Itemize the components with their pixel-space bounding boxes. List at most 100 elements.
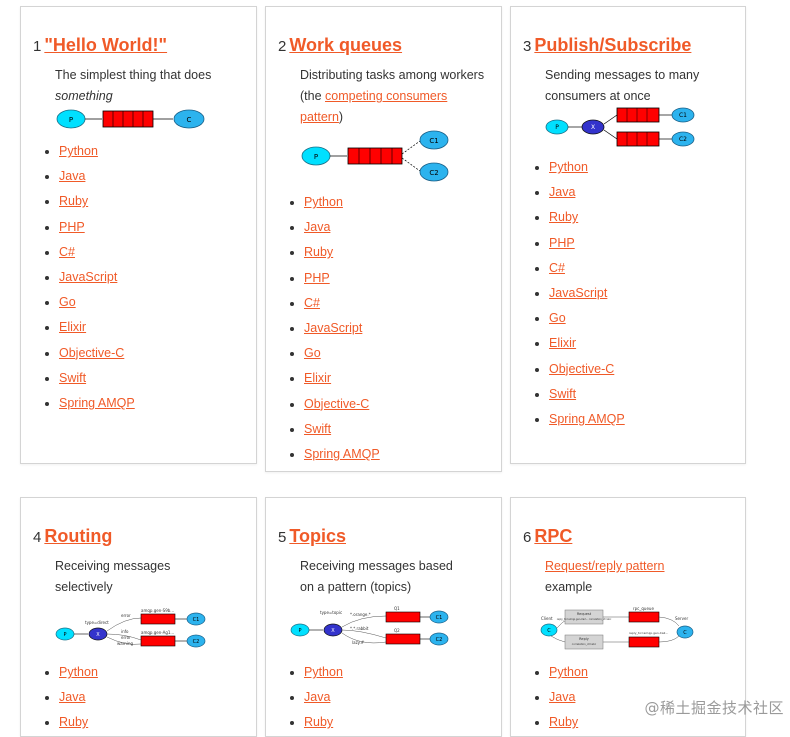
- language-link-csharp[interactable]: C#: [304, 296, 320, 310]
- consumer-1-label: C1: [193, 617, 200, 623]
- queue-2-box: [616, 131, 660, 147]
- queue-q1-name: Q1: [394, 606, 400, 611]
- language-link-csharp[interactable]: C#: [549, 261, 565, 275]
- language-link-java[interactable]: Java: [304, 690, 330, 704]
- language-list: Python Java Ruby PHP C# JavaScript Go El…: [33, 139, 242, 416]
- language-link-java[interactable]: Java: [304, 220, 330, 234]
- tutorial-number: 2: [278, 38, 287, 55]
- list-item: Go: [549, 306, 731, 331]
- binding-warning: warning: [117, 641, 133, 646]
- tutorial-card-2: 2 Work queues Distributing tasks among wo…: [265, 6, 502, 472]
- tutorial-title-link[interactable]: Topics: [289, 526, 346, 546]
- language-link-java[interactable]: Java: [59, 169, 85, 183]
- list-item: Python: [59, 139, 242, 164]
- language-link-java[interactable]: Java: [549, 690, 575, 704]
- language-link-elixir[interactable]: Elixir: [59, 320, 86, 334]
- language-link-php[interactable]: PHP: [549, 236, 575, 250]
- language-link-python[interactable]: Python: [59, 665, 98, 679]
- list-item: JavaScript: [304, 316, 487, 341]
- language-link-objective-c[interactable]: Objective-C: [549, 362, 614, 376]
- language-link-javascript[interactable]: JavaScript: [549, 286, 607, 300]
- work-queues-diagram: P C1 C2: [301, 130, 449, 182]
- tutorial-description: Distributing tasks among workers (the co…: [300, 65, 487, 128]
- list-item: Objective-C: [549, 357, 731, 382]
- tutorial-description: Request/reply pattern example: [545, 556, 731, 598]
- language-link-java[interactable]: Java: [59, 690, 85, 704]
- language-link-elixir[interactable]: Elixir: [549, 336, 576, 350]
- tutorial-description: Receiving messages selectively: [55, 559, 171, 594]
- language-link-ruby[interactable]: Ruby: [304, 715, 333, 729]
- tutorial-title-link[interactable]: "Hello World!": [44, 35, 167, 55]
- language-link-javascript[interactable]: JavaScript: [59, 270, 117, 284]
- list-item: PHP: [304, 266, 487, 291]
- list-item: Java: [304, 685, 487, 710]
- language-link-go[interactable]: Go: [304, 346, 321, 360]
- reply-queue-box: [628, 636, 660, 648]
- consumer-label: C: [187, 116, 192, 124]
- language-link-go[interactable]: Go: [549, 311, 566, 325]
- language-link-spring-amqp[interactable]: Spring AMQP: [304, 447, 380, 461]
- tutorial-description: Sending messages to many consumers at on…: [545, 68, 700, 103]
- language-link-python[interactable]: Python: [59, 144, 98, 158]
- language-link-csharp[interactable]: C#: [59, 245, 75, 259]
- language-link-go[interactable]: Go: [59, 295, 76, 309]
- list-item: Python: [304, 190, 487, 215]
- language-link-objective-c[interactable]: Objective-C: [304, 397, 369, 411]
- tutorial-description: The simplest thing that does something: [55, 65, 242, 107]
- description-suffix: ): [338, 110, 344, 124]
- queue-box: [102, 110, 154, 128]
- list-item: Ruby: [549, 205, 731, 230]
- language-link-swift[interactable]: Swift: [549, 387, 576, 401]
- list-item: Python: [549, 660, 731, 685]
- reply-props: correlation_id=abc: [572, 642, 597, 646]
- tutorial-title-link[interactable]: Routing: [44, 526, 112, 546]
- tutorial-title-link[interactable]: Publish/Subscribe: [534, 35, 691, 55]
- language-link-python[interactable]: Python: [549, 665, 588, 679]
- language-link-python[interactable]: Python: [549, 160, 588, 174]
- queue-1-box: [140, 613, 176, 625]
- reply-label: Reply: [579, 637, 589, 641]
- publish-subscribe-diagram: P X C1 C2: [545, 107, 695, 147]
- language-link-php[interactable]: PHP: [304, 271, 330, 285]
- list-item: Elixir: [304, 366, 487, 391]
- tutorial-title-link[interactable]: Work queues: [289, 35, 402, 55]
- consumer-1-label: C1: [679, 112, 687, 119]
- language-link-ruby[interactable]: Ruby: [59, 194, 88, 208]
- language-link-swift[interactable]: Swift: [304, 422, 331, 436]
- server-label: C: [683, 630, 687, 636]
- language-link-python[interactable]: Python: [304, 195, 343, 209]
- language-link-swift[interactable]: Swift: [59, 371, 86, 385]
- language-link-ruby[interactable]: Ruby: [59, 715, 88, 729]
- client-name: Client: [541, 616, 553, 621]
- queue-2-box: [385, 633, 421, 645]
- routing-diagram: P X type=direct error info error warning…: [55, 608, 206, 648]
- list-item: Ruby: [59, 710, 242, 735]
- list-item: Go: [304, 341, 487, 366]
- language-link-objective-c[interactable]: Objective-C: [59, 346, 124, 360]
- list-item: Python: [59, 660, 242, 685]
- language-link-spring-amqp[interactable]: Spring AMQP: [59, 396, 135, 410]
- tutorial-card-4: 4 Routing Receiving messages selectively …: [20, 497, 257, 737]
- request-reply-link[interactable]: Request/reply pattern: [545, 559, 665, 573]
- watermark: @稀土掘金技术社区: [644, 699, 784, 717]
- language-link-elixir[interactable]: Elixir: [304, 371, 331, 385]
- list-item: Elixir: [549, 331, 731, 356]
- language-link-ruby[interactable]: Ruby: [549, 210, 578, 224]
- language-link-spring-amqp[interactable]: Spring AMQP: [549, 412, 625, 426]
- list-item: Java: [549, 180, 731, 205]
- language-link-ruby[interactable]: Ruby: [304, 245, 333, 259]
- binding-error-2: error: [121, 635, 131, 640]
- list-item: Objective-C: [59, 341, 242, 366]
- language-link-ruby[interactable]: Ruby: [549, 715, 578, 729]
- language-link-javascript[interactable]: JavaScript: [304, 321, 362, 335]
- language-link-java[interactable]: Java: [549, 185, 575, 199]
- tutorial-number: 6: [523, 529, 532, 546]
- language-link-php[interactable]: PHP: [59, 220, 85, 234]
- queue-a-name: amqp.gen-S9b...: [141, 608, 174, 613]
- rpc-diagram: Client C Request reply_to=amqp.gen-Xa2..…: [540, 606, 694, 650]
- description-emphasis: something: [55, 89, 113, 103]
- producer-label: P: [298, 628, 301, 634]
- language-link-python[interactable]: Python: [304, 665, 343, 679]
- tutorial-title-link[interactable]: RPC: [534, 526, 572, 546]
- list-item: Python: [304, 660, 487, 685]
